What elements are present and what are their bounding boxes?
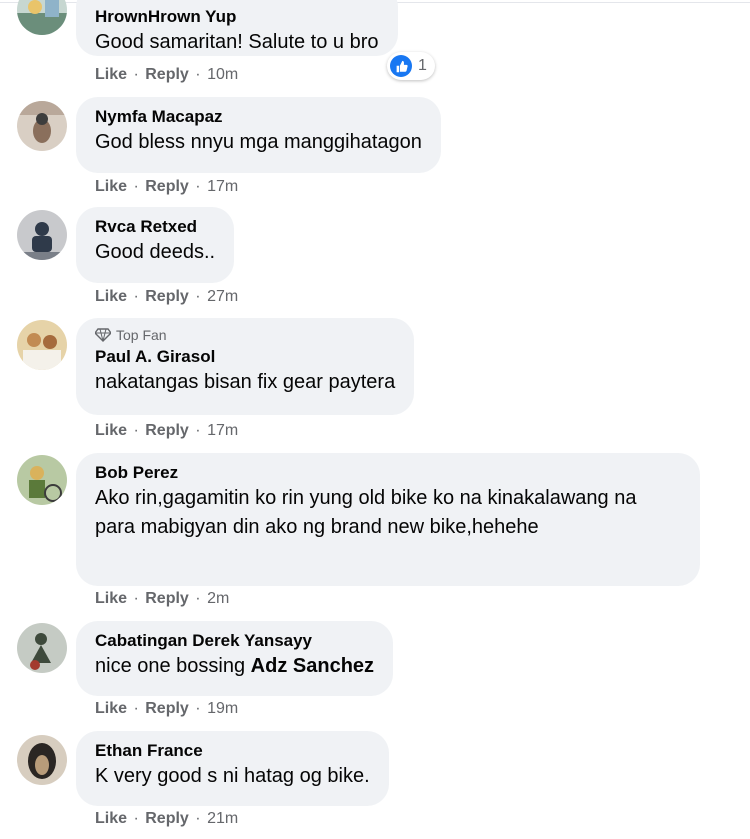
comment-author[interactable]: Paul A. Girasol bbox=[95, 346, 395, 367]
comment-actions: Like · Reply · 27m bbox=[95, 288, 238, 306]
reaction-summary[interactable]: 1 bbox=[387, 52, 435, 80]
comment-time[interactable]: 21m bbox=[207, 810, 238, 827]
like-button[interactable]: Like bbox=[95, 700, 127, 717]
avatar[interactable] bbox=[17, 101, 67, 151]
comment-text: Ako rin,gagamitin ko rin yung old bike k… bbox=[95, 487, 637, 538]
comment-bubble: Ethan France K very good s ni hatag og b… bbox=[76, 731, 389, 806]
comment-bubble: Bob Perez Ako rin,gagamitin ko rin yung … bbox=[76, 453, 700, 586]
comment-bubble: Top Fan Paul A. Girasol nakatangas bisan… bbox=[76, 318, 415, 415]
reply-button[interactable]: Reply bbox=[145, 422, 189, 439]
like-button[interactable]: Like bbox=[95, 810, 127, 827]
reply-button[interactable]: Reply bbox=[145, 178, 189, 195]
comment-actions: Like · Reply · 10m bbox=[95, 66, 238, 84]
comment-author[interactable]: Cabatingan Derek Yansayy bbox=[95, 630, 374, 651]
comment-bubble: Nymfa Macapaz God bless nnyu mga manggih… bbox=[76, 97, 441, 173]
reply-button[interactable]: Reply bbox=[145, 288, 189, 305]
comment-time[interactable]: 10m bbox=[207, 66, 238, 83]
comment-text: nice one bossing bbox=[95, 655, 251, 677]
comment-actions: Like · Reply · 21m bbox=[95, 810, 238, 828]
separator: · bbox=[133, 810, 139, 827]
separator: · bbox=[195, 422, 201, 439]
comment-text: Good samaritan! Salute to u bro bbox=[95, 31, 379, 53]
comment-bubble: Rvca Retxed Good deeds.. bbox=[76, 207, 235, 283]
comment-author[interactable]: HrownHrown Yup bbox=[95, 6, 379, 27]
like-button[interactable]: Like bbox=[95, 422, 127, 439]
reply-button[interactable]: Reply bbox=[145, 700, 189, 717]
reply-button[interactable]: Reply bbox=[145, 590, 189, 607]
comment-author[interactable]: Rvca Retxed bbox=[95, 216, 215, 237]
avatar[interactable] bbox=[17, 210, 67, 260]
comment-author[interactable]: Bob Perez bbox=[95, 462, 681, 483]
comment-text: K very good s ni hatag og bike. bbox=[95, 765, 370, 787]
comment-author[interactable]: Nymfa Macapaz bbox=[95, 106, 422, 127]
reply-button[interactable]: Reply bbox=[145, 810, 189, 827]
comment-time[interactable]: 17m bbox=[207, 422, 238, 439]
avatar[interactable] bbox=[17, 455, 67, 505]
comment-actions: Like · Reply · 17m bbox=[95, 178, 238, 196]
separator: · bbox=[195, 66, 201, 83]
avatar[interactable] bbox=[17, 0, 67, 35]
reply-button[interactable]: Reply bbox=[145, 66, 189, 83]
diamond-icon bbox=[95, 328, 111, 342]
comment-text: God bless nnyu mga manggihatagon bbox=[95, 131, 422, 153]
comment-actions: Like · Reply · 19m bbox=[95, 700, 238, 718]
comment-text: Good deeds.. bbox=[95, 241, 216, 263]
comment-author[interactable]: Ethan France bbox=[95, 740, 370, 761]
comment-actions: Like · Reply · 2m bbox=[95, 590, 229, 608]
separator: · bbox=[133, 178, 139, 195]
like-button[interactable]: Like bbox=[95, 288, 127, 305]
separator: · bbox=[195, 590, 201, 607]
separator: · bbox=[133, 66, 139, 83]
avatar[interactable] bbox=[17, 735, 67, 785]
top-fan-badge: Top Fan bbox=[95, 327, 395, 343]
separator: · bbox=[195, 700, 201, 717]
separator: · bbox=[133, 590, 139, 607]
separator: · bbox=[195, 178, 201, 195]
avatar[interactable] bbox=[17, 320, 67, 370]
separator: · bbox=[133, 422, 139, 439]
comment-text: nakatangas bisan fix gear paytera bbox=[95, 371, 396, 393]
separator: · bbox=[133, 700, 139, 717]
comment-time[interactable]: 2m bbox=[207, 590, 229, 607]
comment-time[interactable]: 17m bbox=[207, 178, 238, 195]
comment-actions: Like · Reply · 17m bbox=[95, 422, 238, 440]
separator: · bbox=[195, 810, 201, 827]
like-reaction-icon bbox=[390, 55, 412, 77]
reaction-count: 1 bbox=[418, 57, 427, 74]
separator: · bbox=[195, 288, 201, 305]
like-button[interactable]: Like bbox=[95, 590, 127, 607]
separator: · bbox=[133, 288, 139, 305]
like-button[interactable]: Like bbox=[95, 66, 127, 83]
comment-text-row: nice one bossing Adz Sanchez bbox=[95, 652, 374, 681]
avatar[interactable] bbox=[17, 623, 67, 673]
badge-label: Top Fan bbox=[116, 327, 167, 343]
comment-bubble: Cabatingan Derek Yansayy nice one bossin… bbox=[76, 621, 394, 696]
mention-link[interactable]: Adz Sanchez bbox=[251, 655, 374, 677]
like-button[interactable]: Like bbox=[95, 178, 127, 195]
comment-time[interactable]: 27m bbox=[207, 288, 238, 305]
comment-time[interactable]: 19m bbox=[207, 700, 238, 717]
comment-bubble: HrownHrown Yup Good samaritan! Salute to… bbox=[76, 0, 398, 56]
